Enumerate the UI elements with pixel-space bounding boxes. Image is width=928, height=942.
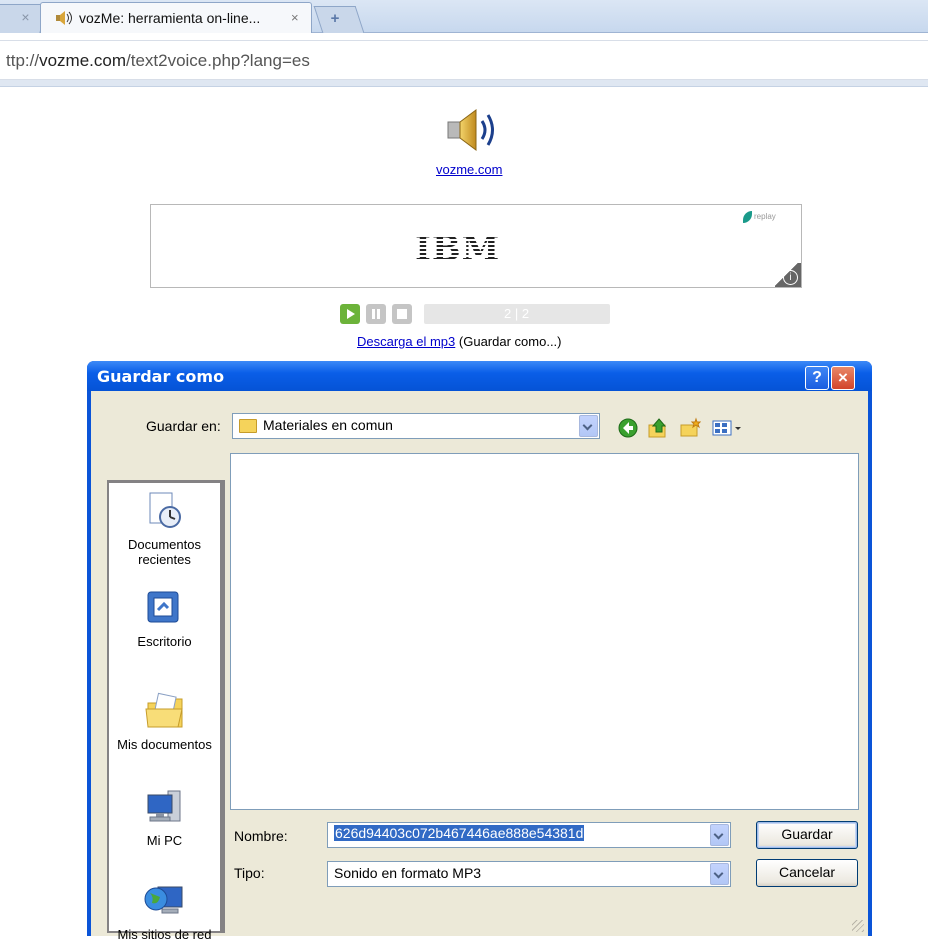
browser-tab-strip: × vozMe: herramienta on-line... × +: [0, 0, 928, 33]
dialog-title: Guardar como: [97, 367, 225, 386]
cancel-button[interactable]: Cancelar: [756, 859, 858, 887]
address-bar[interactable]: ttp://vozme.com/text2voice.php?lang=es: [0, 40, 928, 80]
info-icon[interactable]: i: [783, 270, 798, 285]
tab-title: vozMe: herramienta on-line...: [79, 10, 261, 26]
url-path: /text2voice.php?lang=es: [126, 51, 310, 70]
view-menu-icon[interactable]: [711, 417, 745, 439]
url-text[interactable]: ttp://vozme.com/text2voice.php?lang=es: [6, 51, 310, 71]
save-in-dropdown[interactable]: Materiales en comun: [232, 413, 600, 439]
filename-label: Nombre:: [234, 828, 288, 844]
active-tab[interactable]: vozMe: herramienta on-line... ×: [40, 2, 312, 33]
save-in-label: Guardar en:: [146, 418, 221, 434]
type-label: Tipo:: [234, 865, 265, 881]
places-item-recent[interactable]: Documentos recientes: [109, 491, 220, 567]
speaker-favicon-icon: [55, 11, 75, 28]
new-tab-button[interactable]: +: [313, 6, 365, 33]
places-item-my-computer[interactable]: Mi PC: [109, 787, 220, 848]
file-type-dropdown[interactable]: Sonido en formato MP3: [327, 861, 731, 887]
folder-icon: [239, 419, 257, 434]
new-folder-icon[interactable]: [679, 417, 702, 439]
play-button[interactable]: [340, 304, 360, 324]
pause-button[interactable]: [366, 304, 386, 324]
file-type-value: Sonido en formato MP3: [334, 865, 482, 881]
dialog-titlebar[interactable]: Guardar como ? ×: [87, 361, 872, 391]
places-item-my-documents[interactable]: Mis documentos: [109, 691, 220, 752]
ad-info-corner[interactable]: i: [775, 263, 801, 287]
stop-button[interactable]: [392, 304, 412, 324]
save-in-value: Materiales en comun: [263, 417, 393, 433]
places-item-label: Documentos recientes: [128, 537, 201, 567]
chevron-down-icon[interactable]: [710, 824, 729, 846]
tab-close-icon[interactable]: ×: [291, 10, 299, 25]
save-button[interactable]: Guardar: [756, 821, 858, 849]
network-places-icon: [142, 881, 188, 921]
desktop-icon: [142, 588, 188, 628]
speaker-logo-icon: [446, 106, 502, 154]
replay-icon: [743, 211, 752, 223]
resize-grip[interactable]: [852, 920, 864, 932]
dialog-body: Guardar en: Materiales en comun Document…: [91, 391, 868, 942]
places-item-desktop[interactable]: Escritorio: [109, 588, 220, 649]
places-item-label: Mis documentos: [117, 737, 212, 752]
toolbar-separator: [0, 80, 928, 87]
places-item-label: Mis sitios de red: [117, 927, 212, 942]
filename-value[interactable]: 626d94403c072b467446ae888e54381d: [334, 825, 585, 841]
places-item-label: Escritorio: [137, 634, 192, 649]
close-button[interactable]: ×: [831, 366, 855, 390]
my-documents-icon: [142, 691, 188, 731]
vozme-site-link[interactable]: vozme.com: [436, 162, 502, 177]
back-icon[interactable]: [617, 417, 639, 439]
download-line: Descarga el mp3 (Guardar como...): [357, 334, 562, 349]
ibm-advertisement[interactable]: IBM replay i: [150, 204, 802, 288]
track-counter: 2 | 2: [504, 306, 530, 321]
places-item-label: Mi PC: [146, 833, 183, 848]
up-folder-icon[interactable]: [647, 417, 669, 439]
filename-field[interactable]: 626d94403c072b467446ae888e54381d: [327, 822, 731, 848]
url-domain: vozme.com: [39, 51, 126, 70]
places-item-network[interactable]: Mis sitios de red: [109, 881, 220, 942]
recent-documents-icon: [142, 491, 188, 531]
help-button[interactable]: ?: [805, 366, 829, 390]
my-computer-icon: [142, 787, 188, 827]
download-hint: (Guardar como...): [458, 334, 562, 349]
progress-track[interactable]: 2 | 2: [424, 304, 610, 324]
ibm-logo: IBM: [415, 229, 501, 269]
download-mp3-link[interactable]: Descarga el mp3: [357, 334, 455, 349]
places-bar: Documentos recientes Escritorio Mis docu…: [109, 483, 220, 942]
file-list[interactable]: [230, 453, 859, 810]
chevron-down-icon[interactable]: [710, 863, 729, 885]
url-scheme: ttp://: [6, 51, 40, 70]
save-as-dialog: Guardar como ? × Guardar en: Materiales …: [87, 361, 872, 942]
chevron-down-icon[interactable]: [579, 415, 598, 437]
new-tab-plus-icon: +: [330, 10, 340, 27]
tab-close-icon[interactable]: ×: [21, 9, 29, 25]
replay-badge[interactable]: replay: [743, 211, 776, 223]
replay-label: replay: [754, 212, 776, 222]
